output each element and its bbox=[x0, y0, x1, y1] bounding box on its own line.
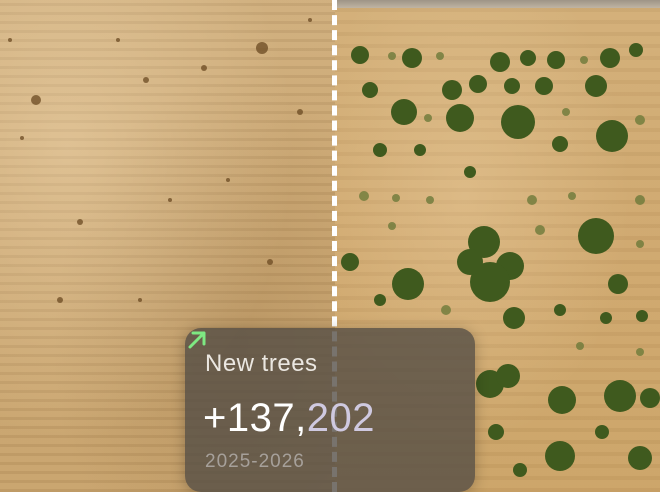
stat-value: +137,202 bbox=[203, 396, 375, 441]
before-after-aerial-comparison: New trees +137,202 2025-2026 bbox=[0, 0, 660, 492]
new-trees-stat-card: New trees +137,202 2025-2026 bbox=[185, 328, 475, 492]
after-shrubs bbox=[359, 52, 645, 356]
before-soil-marks bbox=[8, 18, 312, 303]
arrow-up-right-icon bbox=[188, 331, 206, 349]
stat-period: 2025-2026 bbox=[205, 451, 305, 472]
stat-value-main: +137, bbox=[203, 396, 307, 440]
stat-value-tail: 202 bbox=[306, 396, 375, 440]
stat-title: New trees bbox=[205, 350, 318, 377]
